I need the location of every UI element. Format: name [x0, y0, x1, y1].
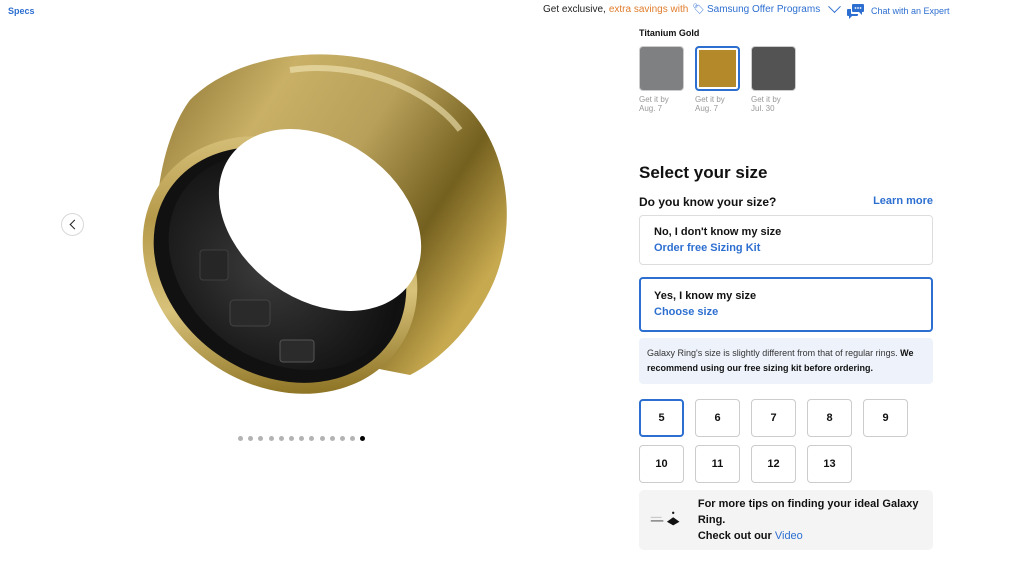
delivery-date: Get it by Jul. 30 — [751, 95, 781, 113]
size-button[interactable]: 12 — [751, 445, 796, 483]
order-sizing-kit-link[interactable]: Order free Sizing Kit — [654, 242, 918, 254]
size-button[interactable]: 13 — [807, 445, 852, 483]
pagination-dot[interactable] — [278, 436, 284, 441]
promo-highlight: extra savings with — [608, 4, 689, 15]
video-thumbnail[interactable] — [649, 507, 685, 533]
size-button[interactable]: 6 — [695, 399, 740, 437]
product-image-ring — [142, 54, 507, 394]
size-button[interactable]: 10 — [639, 445, 684, 483]
offer-programs-link[interactable]: 🏷︎ Samsung Offer Programs — [692, 4, 820, 15]
size-button[interactable]: 11 — [695, 445, 740, 483]
pagination-dot[interactable] — [248, 436, 254, 441]
product-gallery — [0, 0, 620, 441]
select-size-heading: Select your size — [639, 163, 768, 182]
size-button[interactable]: 7 — [751, 399, 796, 437]
video-link[interactable]: Video — [775, 530, 803, 542]
chat-bubbles-icon — [847, 4, 864, 19]
pagination-dot[interactable] — [268, 436, 274, 441]
color-swatch[interactable] — [639, 46, 684, 91]
learn-more-link[interactable]: Learn more — [873, 195, 933, 207]
chat-label: Chat with an Expert — [871, 6, 950, 16]
size-button[interactable]: 9 — [863, 399, 908, 437]
size-button[interactable]: 5 — [639, 399, 684, 437]
pagination-dot[interactable] — [319, 436, 325, 441]
pagination-dot[interactable] — [350, 436, 356, 441]
gallery-pagination — [238, 436, 366, 441]
sizing-tips-box: For more tips on finding your ideal Gala… — [639, 490, 933, 550]
color-swatch[interactable] — [695, 46, 740, 91]
chat-with-expert-link[interactable]: Chat with an Expert — [847, 2, 950, 20]
note-text: Galaxy Ring's size is slightly different… — [647, 348, 898, 358]
offer-programs-label: Samsung Offer Programs — [707, 4, 821, 15]
color-option-gold: Get it by Aug. 7 — [695, 46, 740, 113]
size-grid: 5 6 7 8 9 10 11 12 13 — [639, 399, 908, 483]
color-swatch[interactable] — [751, 46, 796, 91]
pagination-dot[interactable] — [309, 436, 315, 441]
color-option-black: Get it by Jul. 30 — [751, 46, 796, 113]
pagination-dot[interactable] — [258, 436, 264, 441]
delivery-date: Get it by Aug. 7 — [695, 95, 725, 113]
pagination-dot[interactable] — [329, 436, 335, 441]
color-option-silver: Get it by Aug. 7 — [639, 46, 684, 113]
selected-color-name: Titanium Gold — [639, 28, 700, 38]
sizing-note: Galaxy Ring's size is slightly different… — [639, 338, 933, 384]
color-swatches: Get it by Aug. 7 Get it by Aug. 7 Get it b… — [639, 46, 796, 113]
size-option-known[interactable]: Yes, I know my size Choose size — [639, 277, 933, 332]
tag-icon: 🏷︎ — [692, 4, 705, 15]
chevron-left-icon — [69, 219, 79, 230]
pagination-dot[interactable] — [360, 436, 366, 441]
pagination-dot[interactable] — [238, 436, 243, 441]
gallery-prev-button[interactable] — [61, 213, 84, 236]
option-title: Yes, I know my size — [654, 290, 757, 302]
size-option-unknown[interactable]: No, I don't know my size Order free Sizi… — [639, 215, 933, 265]
tips-text: For more tips on finding your ideal Gala… — [697, 498, 919, 542]
delivery-date: Get it by Aug. 7 — [639, 95, 669, 113]
option-title: No, I don't know my size — [654, 226, 782, 238]
pagination-dot[interactable] — [339, 436, 345, 441]
chevron-down-icon[interactable] — [828, 0, 842, 14]
size-button[interactable]: 8 — [807, 399, 852, 437]
choose-size-link[interactable]: Choose size — [654, 306, 918, 318]
know-size-question: Do you know your size? — [639, 195, 777, 209]
pagination-dot[interactable] — [299, 436, 305, 441]
pagination-dot[interactable] — [288, 436, 294, 441]
